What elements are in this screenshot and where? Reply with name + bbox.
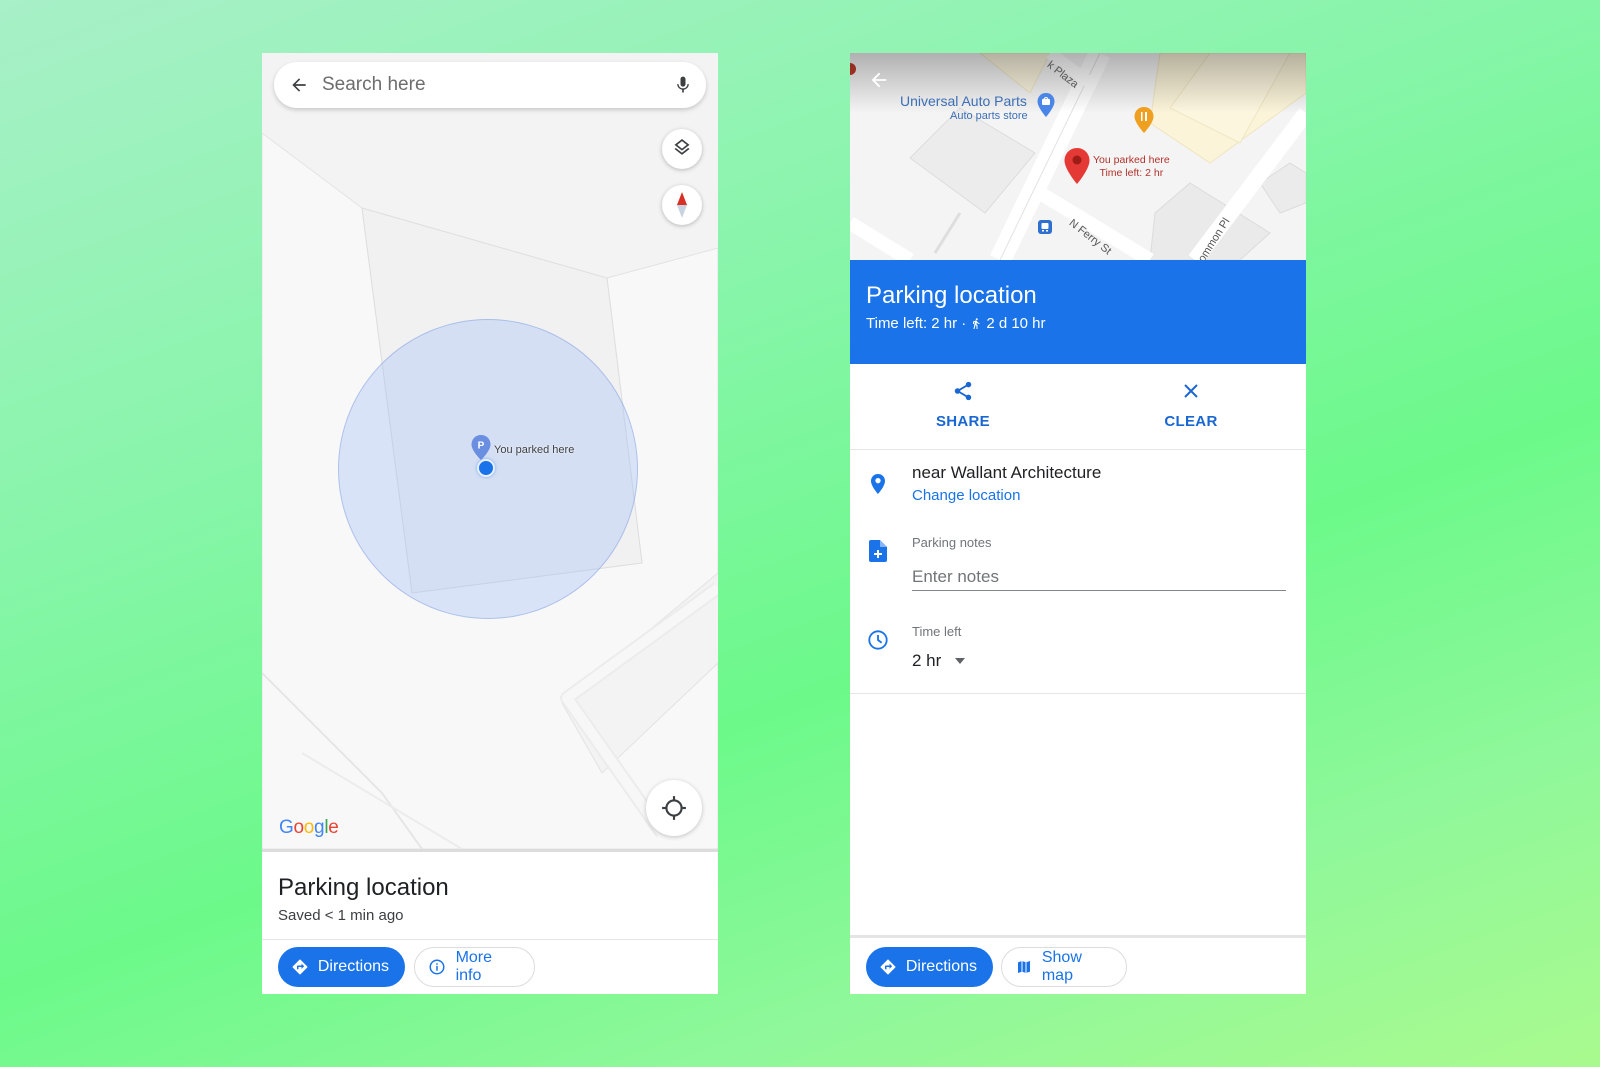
microphone-icon[interactable]	[660, 62, 706, 108]
parking-notes-input[interactable]	[912, 563, 1286, 591]
change-location-link[interactable]: Change location	[912, 487, 1020, 504]
info-icon	[427, 956, 448, 978]
search-bar[interactable]: Search here	[274, 62, 706, 108]
time-left-value: 2 hr	[912, 651, 942, 670]
show-map-button[interactable]: Show map	[1001, 947, 1127, 987]
back-arrow-icon[interactable]	[868, 69, 890, 96]
directions-icon	[878, 956, 898, 978]
svg-text:P: P	[478, 441, 485, 452]
compass-button[interactable]	[662, 185, 702, 225]
directions-icon	[290, 956, 310, 978]
google-logo: Google	[279, 817, 339, 838]
divider	[850, 693, 1306, 694]
walk-time-text: 2 d 10 hr	[986, 315, 1046, 332]
header-subtitle: Time left: 2 hr · 2 d 10 hr	[866, 315, 1046, 332]
clock-icon	[866, 628, 890, 652]
mini-map[interactable]: Universal Auto Parts Auto parts store Yo…	[850, 53, 1306, 260]
walking-icon	[973, 318, 980, 329]
more-info-label: More info	[455, 949, 493, 984]
directions-label: Directions	[905, 958, 977, 975]
poi-category: Auto parts store	[950, 110, 1028, 122]
parked-marker-label: You parked here Time left: 2 hr	[1093, 154, 1170, 179]
directions-button[interactable]: Directions	[278, 947, 405, 987]
saved-time: Saved < 1 min ago	[278, 907, 404, 924]
action-bar: SHARE CLEAR	[850, 364, 1306, 450]
layers-icon	[674, 139, 690, 155]
parking-header: Parking location Time left: 2 hr · 2 d 1…	[850, 260, 1306, 364]
parked-car-pin-icon[interactable]	[1063, 147, 1091, 185]
share-icon	[952, 379, 974, 403]
close-icon	[1182, 379, 1200, 403]
search-input[interactable]: Search here	[322, 74, 660, 96]
shopping-bag-pin-icon[interactable]	[1036, 92, 1056, 118]
time-left-text: Time left: 2 hr ·	[866, 315, 967, 332]
directions-button[interactable]: Directions	[866, 947, 993, 987]
compass-icon	[677, 192, 687, 218]
restaurant-pin-icon[interactable]	[1133, 106, 1155, 134]
more-info-button[interactable]: More info	[414, 947, 535, 987]
dropdown-arrow-icon	[955, 658, 966, 664]
header-title: Parking location	[866, 282, 1037, 309]
location-name: near Wallant Architecture	[912, 463, 1102, 482]
clear-label: CLEAR	[1164, 413, 1218, 430]
my-location-icon	[662, 796, 686, 820]
left-screen: P You parked here Search here Google Par…	[262, 53, 718, 994]
poi-name[interactable]: Universal Auto Parts	[900, 93, 1027, 109]
share-button[interactable]: SHARE	[898, 364, 1028, 450]
my-location-button[interactable]	[646, 780, 702, 836]
share-label: SHARE	[935, 413, 990, 430]
map-icon	[1014, 956, 1034, 978]
directions-label: Directions	[317, 958, 389, 975]
time-left-label: Time left	[912, 624, 962, 639]
current-location-dot	[477, 459, 495, 477]
parking-notes-label: Parking notes	[912, 535, 992, 550]
show-map-label: Show map	[1041, 949, 1082, 984]
right-screen: Universal Auto Parts Auto parts store Yo…	[850, 53, 1306, 994]
clear-button[interactable]: CLEAR	[1126, 364, 1256, 450]
divider	[262, 939, 718, 940]
layers-button[interactable]	[662, 129, 702, 169]
arrow-left-icon[interactable]	[276, 62, 322, 108]
add-note-icon	[866, 539, 890, 563]
divider	[850, 935, 1306, 938]
time-left-dropdown[interactable]: 2 hr	[912, 651, 966, 671]
sheet-title: Parking location	[278, 874, 449, 901]
location-pin-icon	[866, 472, 890, 496]
bus-stop-icon[interactable]	[1038, 220, 1052, 234]
parking-pin-icon[interactable]: P	[470, 434, 492, 462]
map-view[interactable]: P You parked here Search here Google	[262, 53, 718, 849]
parked-marker-label: You parked here	[494, 444, 575, 456]
